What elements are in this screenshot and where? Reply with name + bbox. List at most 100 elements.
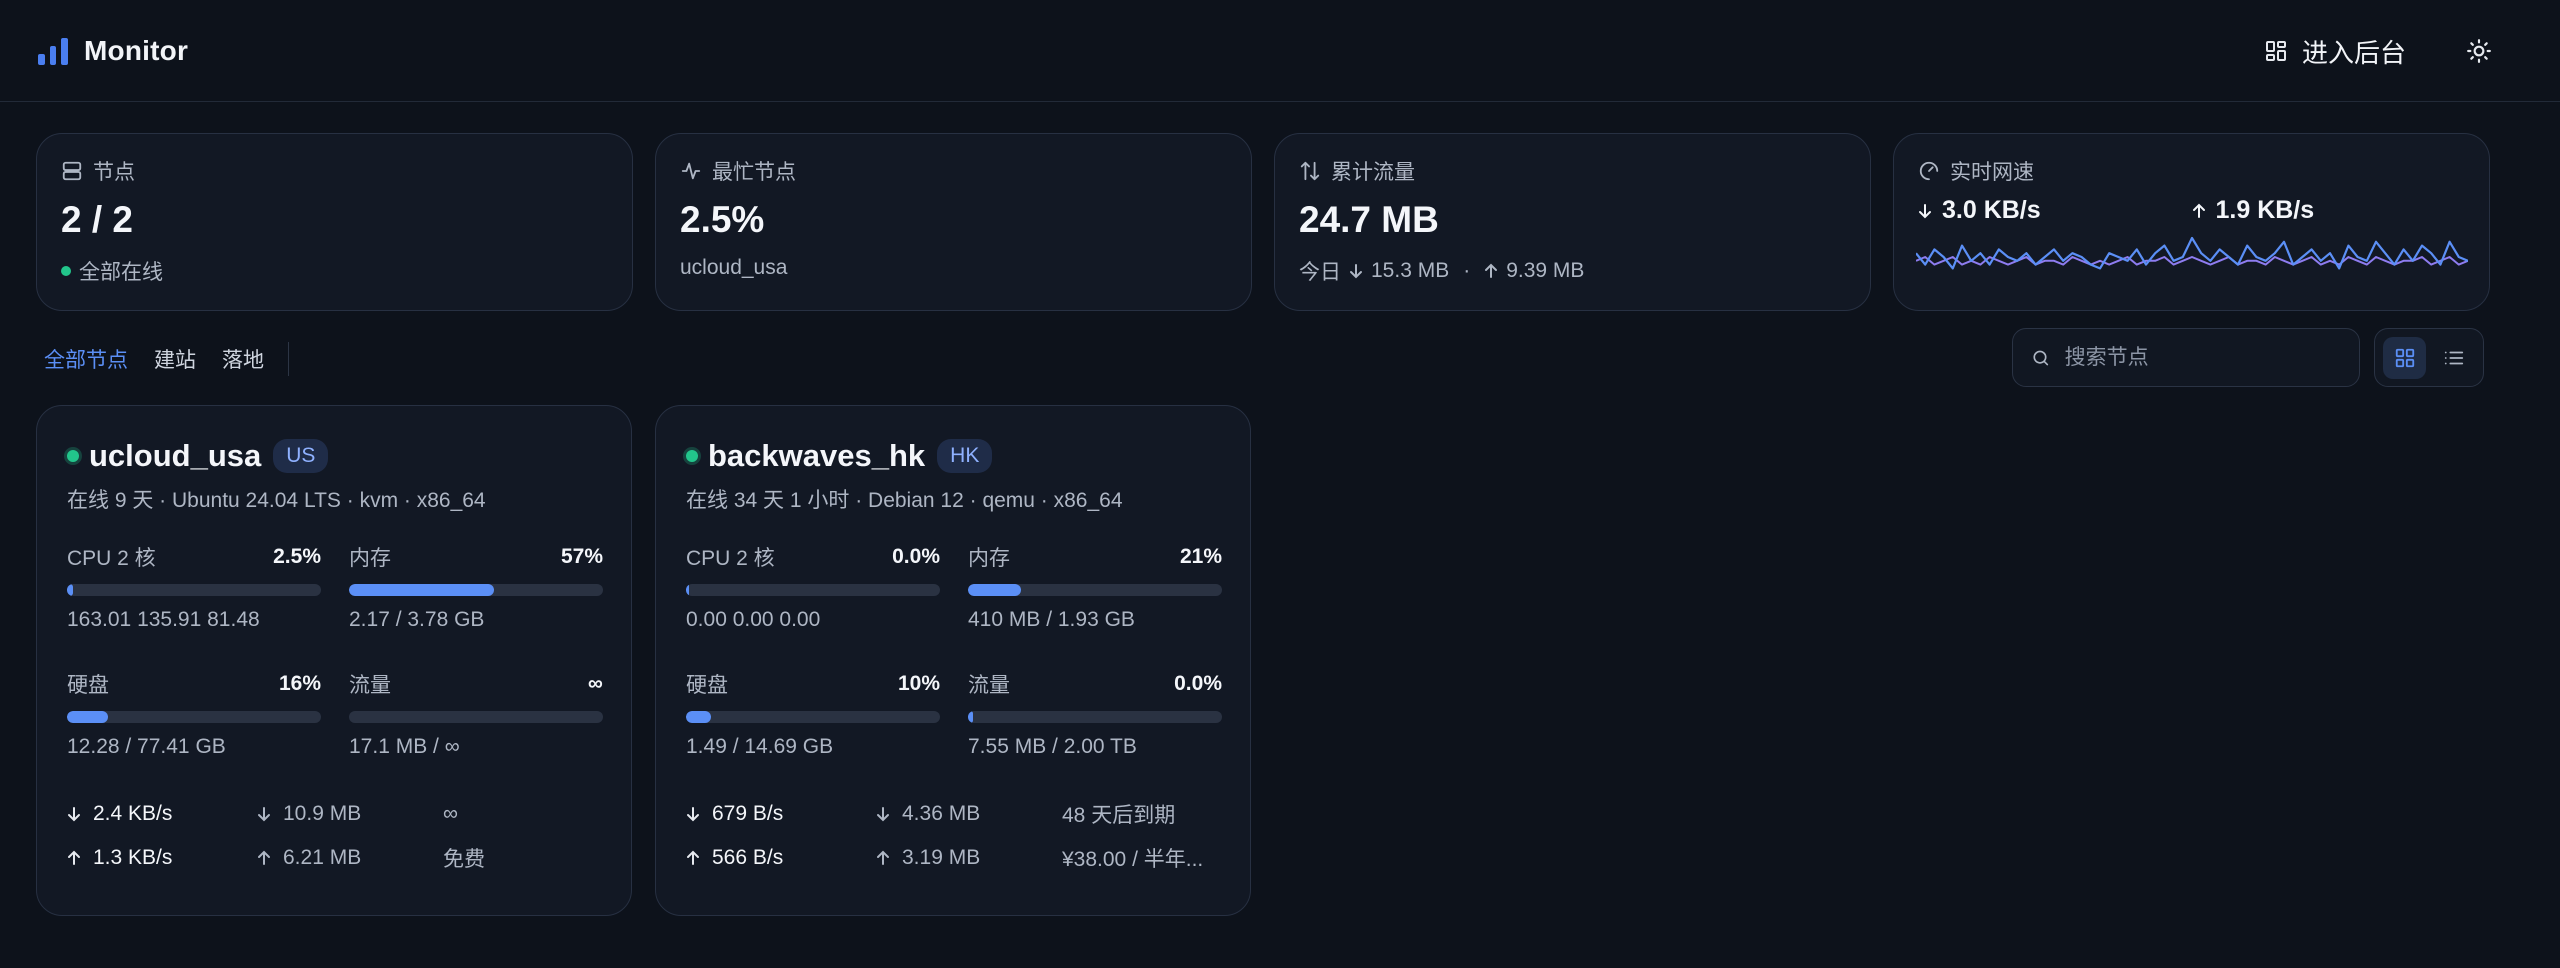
arrow-up-icon [687,850,699,865]
tab-site[interactable]: 建站 [154,344,196,374]
metric-traffic: 流量 0.0% 7.55 MB / 2.00 TB [968,671,1222,798]
metric-label: CPU 2 核 [686,547,775,570]
speed-down: 3.0 KB/s [1942,196,2041,224]
metric-label: 内存 [968,547,1010,570]
progress-fill [67,584,74,596]
progress-bar [686,584,940,596]
metric-value: 0.0% [892,545,940,568]
price-info: ¥38.00 / 半年... [1062,847,1204,871]
online-dot [67,450,79,462]
arrow-down-icon [687,806,699,821]
theme-toggle-button[interactable] [2464,36,2494,66]
app-title: Monitor [84,34,189,66]
search-box[interactable] [2012,328,2360,387]
progress-bar [67,584,321,596]
stat-label: 最忙节点 [712,161,796,184]
stat-card-busiest: 最忙节点 2.5% ucloud_usa [655,133,1252,311]
bar-chart-icon [38,37,69,65]
metric-detail: 0.00 0.00 0.00 [686,608,821,631]
arrow-up-icon [877,850,889,865]
separator: · [1463,259,1471,282]
metric-memory: 内存 21% 410 MB / 1.93 GB [968,544,1222,671]
download-total: 10.9 MB [283,801,362,825]
region-badge: US [273,439,329,473]
stat-card-nodes: 节点 2 / 2 全部在线 [36,133,633,311]
metric-detail: 2.17 / 3.78 GB [349,608,485,631]
brand[interactable]: Monitor [38,35,188,67]
speed-up: 1.9 KB/s [2215,196,2315,224]
list-icon [2444,351,2463,364]
metric-detail: 12.28 / 77.41 GB [67,735,226,758]
metric-value: 10% [897,672,940,695]
progress-bar [968,584,1222,596]
metric-label: 流量 [349,674,391,697]
upload-series-line [1916,256,2468,266]
arrow-down-icon [68,806,80,821]
group-tabs: 全部节点 建站 落地 [44,342,289,376]
progress-bar [349,711,603,723]
stat-value: 2.5% [680,199,765,240]
metric-value: 57% [560,545,603,568]
download-speed: 2.4 KB/s [93,801,173,825]
node-card[interactable]: ucloud_usa US 在线 9 天 · Ubuntu 24.04 LTS … [36,405,632,916]
arrow-down-icon [258,806,270,821]
search-input[interactable] [2064,345,2341,370]
today-label: 今日 [1299,261,1341,284]
tab-all-nodes[interactable]: 全部节点 [44,344,128,374]
download-speed: 679 B/s [712,801,784,825]
metric-value: 16% [278,672,321,695]
activity-icon [681,162,701,180]
online-dot [61,266,71,276]
metric-detail: 1.49 / 14.69 GB [686,735,834,758]
arrow-down-icon [877,806,889,821]
download-series-line [1916,236,2468,270]
progress-bar [968,711,1222,723]
stat-value: 24.7 MB [1299,199,1439,240]
region-badge: HK [937,439,993,473]
metric-disk: 硬盘 16% 12.28 / 77.41 GB [67,671,321,798]
expire-info: ∞ [443,801,458,825]
node-card[interactable]: backwaves_hk HK 在线 34 天 1 小时 · Debian 12… [655,405,1251,916]
progress-bar [349,584,603,596]
download-total: 4.36 MB [902,801,981,825]
progress-fill [968,711,974,723]
progress-fill [968,584,1022,596]
dashboard-icon [2265,41,2286,61]
metric-detail: 163.01 135.91 81.48 [67,608,260,631]
tab-landing[interactable]: 落地 [222,344,264,374]
progress-fill [686,584,689,596]
metric-label: CPU 2 核 [67,547,156,570]
metric-memory: 内存 57% 2.17 / 3.78 GB [349,544,603,671]
metric-value: ∞ [588,672,603,695]
upload-speed: 1.3 KB/s [93,845,173,869]
today-up: 9.39 MB [1506,259,1585,282]
price-info: 免费 [443,847,485,871]
progress-bar [686,711,940,723]
expire-info: 48 天后到期 [1062,803,1176,827]
speed-sparkline [1916,236,2468,270]
sun-icon [2467,39,2491,63]
metric-label: 内存 [349,547,391,570]
network-stats: 679 B/s 4.36 MB 48 天后到期 566 B/s 3.19 MB … [686,800,1222,871]
grid-view-button[interactable] [2383,336,2426,379]
upload-total: 3.19 MB [902,845,981,869]
node-name: ucloud_usa [89,438,262,473]
admin-button[interactable]: 进入后台 [2264,33,2406,70]
progress-fill [349,584,494,596]
metric-detail: 7.55 MB / 2.00 TB [968,735,1137,758]
metric-label: 硬盘 [686,674,728,697]
admin-button-label: 进入后台 [2301,37,2406,68]
stat-value: 2 / 2 [61,199,133,240]
transfer-icon [1300,161,1320,181]
metric-label: 流量 [968,674,1010,697]
arrow-up-icon [68,850,80,865]
list-view-button[interactable] [2432,337,2475,379]
metric-detail: 410 MB / 1.93 GB [968,608,1135,631]
progress-fill [686,711,712,723]
node-info: 在线 9 天 · Ubuntu 24.04 LTS · kvm · x86_64 [67,489,486,512]
stat-status: 全部在线 [79,261,163,284]
search-icon [2033,350,2049,365]
metric-value: 21% [1179,545,1222,568]
server-icon [62,161,82,181]
metric-cpu: CPU 2 核 0.0% 0.00 0.00 0.00 [686,544,940,671]
